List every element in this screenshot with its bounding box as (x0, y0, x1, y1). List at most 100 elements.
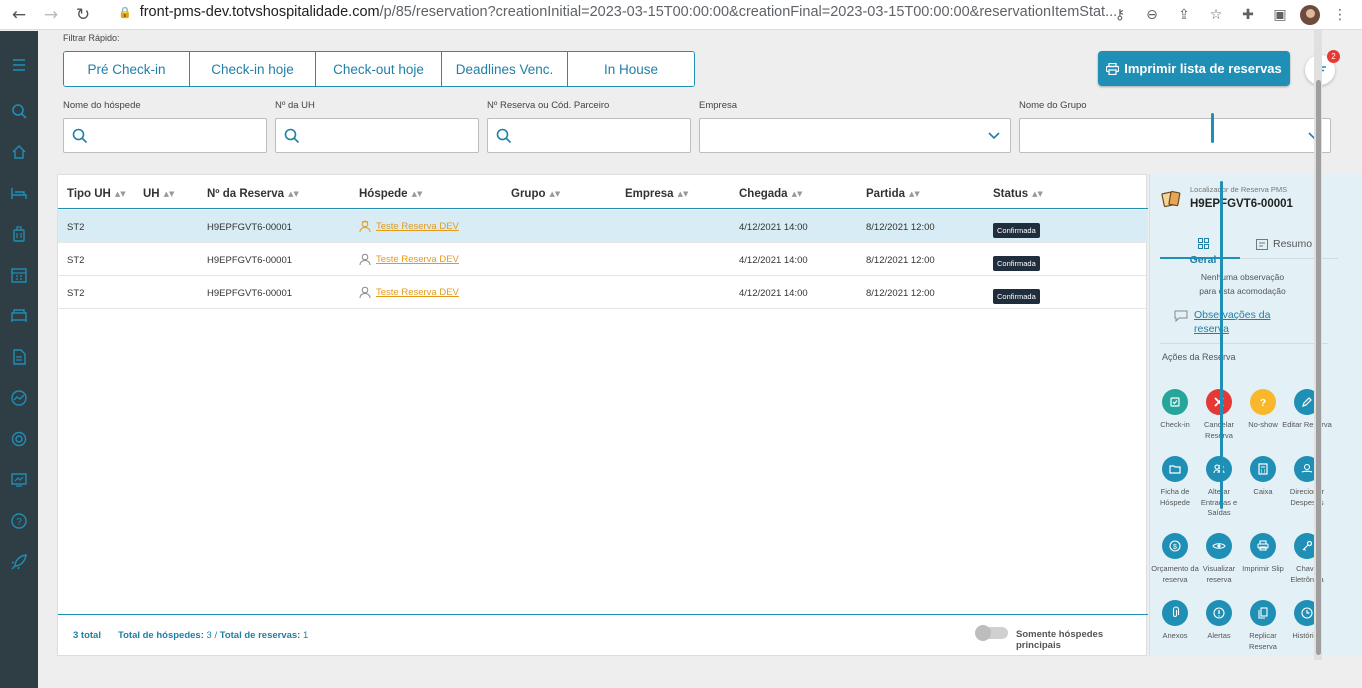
cell-partida: 8/12/2021 12:00 (866, 288, 935, 299)
guest-name-input[interactable] (63, 118, 267, 153)
share-icon[interactable]: ⇪ (1172, 3, 1196, 27)
col-header-chegada[interactable]: Chegada ▲▼ (739, 188, 802, 200)
check-icon (1162, 389, 1188, 415)
window-scrollbar-thumb[interactable] (1316, 80, 1321, 655)
col-header-status[interactable]: Status ▲▼ (993, 188, 1043, 200)
action-label: Visualizar reserva (1202, 564, 1236, 584)
address-bar[interactable]: 🔒 front-pms-dev.totvshospitalidade.com/p… (118, 4, 1117, 20)
calendar-icon[interactable] (0, 263, 38, 287)
quick-filter-pre-checkin[interactable]: Pré Check-in (64, 52, 190, 86)
help-icon[interactable]: ? (0, 509, 38, 533)
key-icon[interactable]: ⚷ (1108, 3, 1132, 27)
group-name-label: Nome do Grupo (1019, 100, 1087, 111)
print-reservations-button[interactable]: Imprimir lista de reservas (1098, 51, 1290, 86)
group-name-select[interactable] (1019, 118, 1331, 153)
sort-icon: ▲▼ (411, 190, 423, 198)
reservation-detail-panel: Localizador de Reserva PMS H9EPFGVT6-000… (1149, 174, 1362, 656)
uh-number-input[interactable] (275, 118, 479, 153)
actions-title: Ações da Reserva (1162, 352, 1236, 362)
bed-icon[interactable] (0, 181, 38, 205)
col-header-reserva[interactable]: Nº da Reserva ▲▼ (207, 188, 299, 200)
col-label: Partida (866, 188, 905, 200)
total-count: 3 total (73, 630, 101, 641)
change-dates-button[interactable]: Alterar Entradas e Saídas (1194, 456, 1244, 519)
col-header-tipo-uh[interactable]: Tipo UH ▲▼ (67, 188, 126, 200)
col-header-empresa[interactable]: Empresa ▲▼ (625, 188, 688, 200)
luggage-icon[interactable] (0, 222, 38, 246)
observations-link[interactable]: Observações da reserva (1194, 308, 1284, 336)
quick-filter-deadlines[interactable]: Deadlines Venc. (442, 52, 568, 86)
cashier-button[interactable]: Caixa (1238, 456, 1288, 498)
edit-reservation-button[interactable]: Editar Reserva (1282, 389, 1332, 431)
tab-summary[interactable]: Resumo (1256, 238, 1312, 250)
guest-link[interactable]: Teste Reserva DEV (376, 221, 459, 232)
reports-icon[interactable] (0, 468, 38, 492)
sort-icon: ▲▼ (791, 190, 803, 198)
col-header-partida[interactable]: Partida ▲▼ (866, 188, 920, 200)
quick-filter-checkout-today[interactable]: Check-out hoje (316, 52, 442, 86)
redirect-expenses-button[interactable]: Direcionar Despesas (1282, 456, 1332, 508)
guest-record-button[interactable]: Ficha de Hóspede (1150, 456, 1200, 508)
extensions-icon[interactable]: ✚ (1236, 3, 1260, 27)
back-icon[interactable]: ← (6, 2, 32, 28)
main-guests-toggle[interactable] (975, 625, 1008, 641)
profile-avatar[interactable] (1300, 5, 1320, 25)
search-icon[interactable] (0, 99, 38, 123)
totals-separator: / (214, 630, 218, 641)
col-header-uh[interactable]: UH ▲▼ (143, 188, 174, 200)
replicate-reservation-button[interactable]: Replicar Reserva (1238, 600, 1288, 652)
reload-icon[interactable]: ↻ (70, 2, 96, 28)
panel-tabs: Geral Resumo (1160, 232, 1338, 266)
guest-link[interactable]: Teste Reserva DEV (376, 287, 459, 298)
reservations-total-label: Total de reservas: (219, 630, 301, 641)
observations-scrollbar[interactable] (1211, 113, 1214, 143)
comment-icon (1174, 310, 1188, 322)
reservation-number-input[interactable] (487, 118, 691, 153)
zoom-icon[interactable]: ⊖ (1140, 3, 1164, 27)
guest-icon (359, 253, 371, 266)
home-icon[interactable] (0, 140, 38, 164)
table-row[interactable]: ST2 H9EPFGVT6-00001 Teste Reserva DEV 4/… (58, 276, 1148, 309)
attachments-button[interactable]: Anexos (1150, 600, 1200, 642)
menu-icon[interactable]: ⋮ (1328, 3, 1352, 27)
col-header-hospede[interactable]: Hóspede ▲▼ (359, 188, 422, 200)
settings-icon[interactable] (0, 427, 38, 451)
forward-icon[interactable]: → (38, 2, 64, 28)
col-header-grupo[interactable]: Grupo ▲▼ (511, 188, 560, 200)
reservation-budget-button[interactable]: $ Orçamento da reserva (1150, 533, 1200, 585)
print-slip-button[interactable]: Imprimir Slip (1238, 533, 1288, 575)
star-icon[interactable]: ☆ (1204, 3, 1228, 27)
chart-icon[interactable] (0, 386, 38, 410)
company-label: Empresa (699, 100, 738, 111)
no-observation-text: Nenhuma observação para esta acomodação (1170, 270, 1315, 298)
sidepanel-icon[interactable]: ▣ (1268, 3, 1292, 27)
cell-chegada: 4/12/2021 14:00 (739, 255, 808, 266)
lock-icon: 🔒 (118, 5, 132, 19)
table-row[interactable]: ST2 H9EPFGVT6-00001 Teste Reserva DEV 4/… (58, 243, 1148, 276)
quick-filter-in-house[interactable]: In House (568, 52, 694, 86)
guest-link[interactable]: Teste Reserva DEV (376, 254, 459, 265)
sort-icon: ▲▼ (549, 190, 561, 198)
cancel-reservation-button[interactable]: Cancelar Reserva (1194, 389, 1244, 441)
electronic-key-button[interactable]: Chave Eletrônica (1282, 533, 1332, 585)
menu-toggle-icon[interactable] (0, 53, 38, 77)
view-reservation-button[interactable]: Visualizar reserva (1194, 533, 1244, 585)
room-icon[interactable] (0, 304, 38, 328)
url-host: front-pms-dev.totvshospitalidade.com (139, 4, 380, 20)
copy-icon (1250, 600, 1276, 626)
eye-icon (1206, 533, 1232, 559)
check-in-button[interactable]: Check-in (1150, 389, 1200, 431)
history-button[interactable]: Histórico (1282, 600, 1332, 642)
document-icon[interactable] (0, 345, 38, 369)
no-show-button[interactable]: ? No-show (1238, 389, 1288, 431)
rocket-icon[interactable] (0, 550, 38, 574)
company-select[interactable] (699, 118, 1011, 153)
svg-text:?: ? (16, 517, 22, 528)
action-label: Anexos (1162, 631, 1188, 640)
col-label: Tipo UH (67, 188, 111, 200)
alerts-button[interactable]: Alertas (1194, 600, 1244, 642)
summary-icon (1256, 238, 1268, 250)
panel-scrollbar[interactable] (1220, 181, 1223, 509)
quick-filter-checkin-today[interactable]: Check-in hoje (190, 52, 316, 86)
table-row[interactable]: ST2 H9EPFGVT6-00001 Teste Reserva DEV 4/… (58, 210, 1148, 243)
